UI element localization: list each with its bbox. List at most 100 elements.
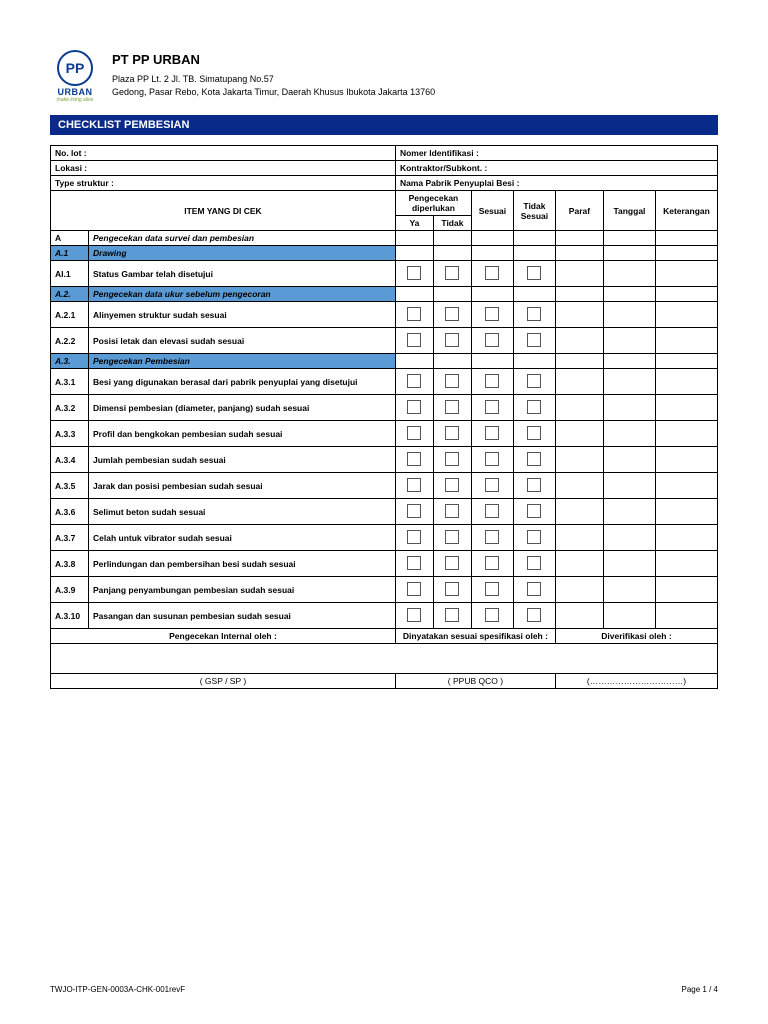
item-code: A.3.1 bbox=[51, 369, 89, 395]
checkbox-tidak-sesuai[interactable] bbox=[527, 374, 541, 388]
company-address-2: Gedong, Pasar Rebo, Kota Jakarta Timur, … bbox=[112, 86, 435, 100]
checklist-row: A.3.5 Jarak dan posisi pembesian sudah s… bbox=[51, 473, 718, 499]
checklist-row: A.3.7 Celah untuk vibrator sudah sesuai bbox=[51, 525, 718, 551]
item-desc: Alinyemen struktur sudah sesuai bbox=[89, 302, 396, 328]
page-footer: TWJO-ITP-GEN-0003A-CHK-001revF Page 1 / … bbox=[50, 985, 718, 994]
subsection-code: A.1 bbox=[51, 246, 89, 261]
checkbox-ya[interactable] bbox=[407, 333, 421, 347]
signoff-verified-role: (……………………………) bbox=[555, 674, 717, 689]
checkbox-sesuai[interactable] bbox=[485, 266, 499, 280]
item-code: A.2.1 bbox=[51, 302, 89, 328]
checkbox-sesuai[interactable] bbox=[485, 426, 499, 440]
label-nomer-id: Nomer Identifikasi : bbox=[395, 146, 717, 161]
column-header-row: ITEM YANG DI CEK Pengecekan diperlukan S… bbox=[51, 191, 718, 216]
checkbox-ya[interactable] bbox=[407, 478, 421, 492]
checklist-row: A.3.4 Jumlah pembesian sudah sesuai bbox=[51, 447, 718, 473]
checkbox-tidak-sesuai[interactable] bbox=[527, 266, 541, 280]
checklist-row: A.2.1 Alinyemen struktur sudah sesuai bbox=[51, 302, 718, 328]
checkbox-tidak-sesuai[interactable] bbox=[527, 426, 541, 440]
document-header: PP URBAN make living alive PT PP URBAN P… bbox=[50, 50, 718, 103]
checkbox-sesuai[interactable] bbox=[485, 333, 499, 347]
checkbox-sesuai[interactable] bbox=[485, 608, 499, 622]
section-code: A bbox=[51, 231, 89, 246]
item-desc: Profil dan bengkokan pembesian sudah ses… bbox=[89, 421, 396, 447]
item-code: A.3.10 bbox=[51, 603, 89, 629]
checklist-row: A.3.3 Profil dan bengkokan pembesian sud… bbox=[51, 421, 718, 447]
checkbox-ya[interactable] bbox=[407, 504, 421, 518]
checkbox-ya[interactable] bbox=[407, 307, 421, 321]
logo-brand-text: URBAN bbox=[50, 87, 100, 97]
section-label: Pengecekan data survei dan pembesian bbox=[89, 231, 396, 246]
checkbox-ya[interactable] bbox=[407, 582, 421, 596]
checkbox-tidak-sesuai[interactable] bbox=[527, 582, 541, 596]
company-name: PT PP URBAN bbox=[112, 50, 435, 70]
checkbox-sesuai[interactable] bbox=[485, 452, 499, 466]
label-lokasi: Lokasi : bbox=[51, 161, 396, 176]
checkbox-sesuai[interactable] bbox=[485, 307, 499, 321]
checkbox-sesuai[interactable] bbox=[485, 478, 499, 492]
item-desc: Jumlah pembesian sudah sesuai bbox=[89, 447, 396, 473]
checkbox-tidak[interactable] bbox=[445, 307, 459, 321]
checkbox-sesuai[interactable] bbox=[485, 504, 499, 518]
checkbox-tidak-sesuai[interactable] bbox=[527, 400, 541, 414]
checkbox-sesuai[interactable] bbox=[485, 556, 499, 570]
subsection-label: Drawing bbox=[89, 246, 396, 261]
item-code: A.3.6 bbox=[51, 499, 89, 525]
doc-code: TWJO-ITP-GEN-0003A-CHK-001revF bbox=[50, 985, 185, 994]
company-address-1: Plaza PP Lt. 2 Jl. TB. Simatupang No.57 bbox=[112, 73, 435, 87]
checkbox-tidak-sesuai[interactable] bbox=[527, 333, 541, 347]
checkbox-tidak-sesuai[interactable] bbox=[527, 452, 541, 466]
checkbox-tidak[interactable] bbox=[445, 504, 459, 518]
checkbox-ya[interactable] bbox=[407, 530, 421, 544]
checkbox-tidak[interactable] bbox=[445, 478, 459, 492]
signoff-verified-label: Diverifikasi oleh : bbox=[555, 629, 717, 644]
checkbox-ya[interactable] bbox=[407, 426, 421, 440]
label-nama-pabrik: Nama Pabrik Penyuplai Besi : bbox=[395, 176, 717, 191]
checkbox-ya[interactable] bbox=[407, 266, 421, 280]
checkbox-ya[interactable] bbox=[407, 556, 421, 570]
info-row: No. lot : Nomer Identifikasi : bbox=[51, 146, 718, 161]
checkbox-sesuai[interactable] bbox=[485, 582, 499, 596]
page-number: Page 1 / 4 bbox=[682, 985, 718, 994]
item-code: A.3.3 bbox=[51, 421, 89, 447]
info-row: Lokasi : Kontraktor/Subkont. : bbox=[51, 161, 718, 176]
checkbox-tidak-sesuai[interactable] bbox=[527, 608, 541, 622]
checkbox-tidak-sesuai[interactable] bbox=[527, 307, 541, 321]
checkbox-tidak[interactable] bbox=[445, 400, 459, 414]
checkbox-sesuai[interactable] bbox=[485, 374, 499, 388]
document-title: CHECKLIST PEMBESIAN bbox=[50, 115, 718, 135]
checkbox-tidak-sesuai[interactable] bbox=[527, 478, 541, 492]
item-desc: Perlindungan dan pembersihan besi sudah … bbox=[89, 551, 396, 577]
checkbox-ya[interactable] bbox=[407, 452, 421, 466]
company-logo: PP URBAN make living alive bbox=[50, 50, 100, 103]
subsection-code: A.3. bbox=[51, 354, 89, 369]
checkbox-tidak-sesuai[interactable] bbox=[527, 556, 541, 570]
subsection-label: Pengecekan Pembesian bbox=[89, 354, 396, 369]
checkbox-ya[interactable] bbox=[407, 608, 421, 622]
item-code: A.3.2 bbox=[51, 395, 89, 421]
checkbox-tidak[interactable] bbox=[445, 556, 459, 570]
item-code: A.2.2 bbox=[51, 328, 89, 354]
checkbox-tidak-sesuai[interactable] bbox=[527, 504, 541, 518]
header-tidak-sesuai: Tidak Sesuai bbox=[513, 191, 555, 231]
checkbox-sesuai[interactable] bbox=[485, 400, 499, 414]
checkbox-tidak[interactable] bbox=[445, 374, 459, 388]
checkbox-tidak[interactable] bbox=[445, 333, 459, 347]
checkbox-ya[interactable] bbox=[407, 400, 421, 414]
subsection-row: A.2. Pengecekan data ukur sebelum pengec… bbox=[51, 287, 718, 302]
checkbox-tidak[interactable] bbox=[445, 452, 459, 466]
checkbox-tidak[interactable] bbox=[445, 582, 459, 596]
header-keterangan: Keterangan bbox=[655, 191, 717, 231]
checkbox-tidak[interactable] bbox=[445, 608, 459, 622]
checkbox-sesuai[interactable] bbox=[485, 530, 499, 544]
item-desc: Panjang penyambungan pembesian sudah ses… bbox=[89, 577, 396, 603]
section-row: A Pengecekan data survei dan pembesian bbox=[51, 231, 718, 246]
signoff-label-row: Pengecekan Internal oleh : Dinyatakan se… bbox=[51, 629, 718, 644]
checkbox-tidak[interactable] bbox=[445, 266, 459, 280]
checkbox-tidak-sesuai[interactable] bbox=[527, 530, 541, 544]
checkbox-tidak[interactable] bbox=[445, 426, 459, 440]
checkbox-ya[interactable] bbox=[407, 374, 421, 388]
checklist-row: A.3.10 Pasangan dan susunan pembesian su… bbox=[51, 603, 718, 629]
item-desc: Jarak dan posisi pembesian sudah sesuai bbox=[89, 473, 396, 499]
checkbox-tidak[interactable] bbox=[445, 530, 459, 544]
